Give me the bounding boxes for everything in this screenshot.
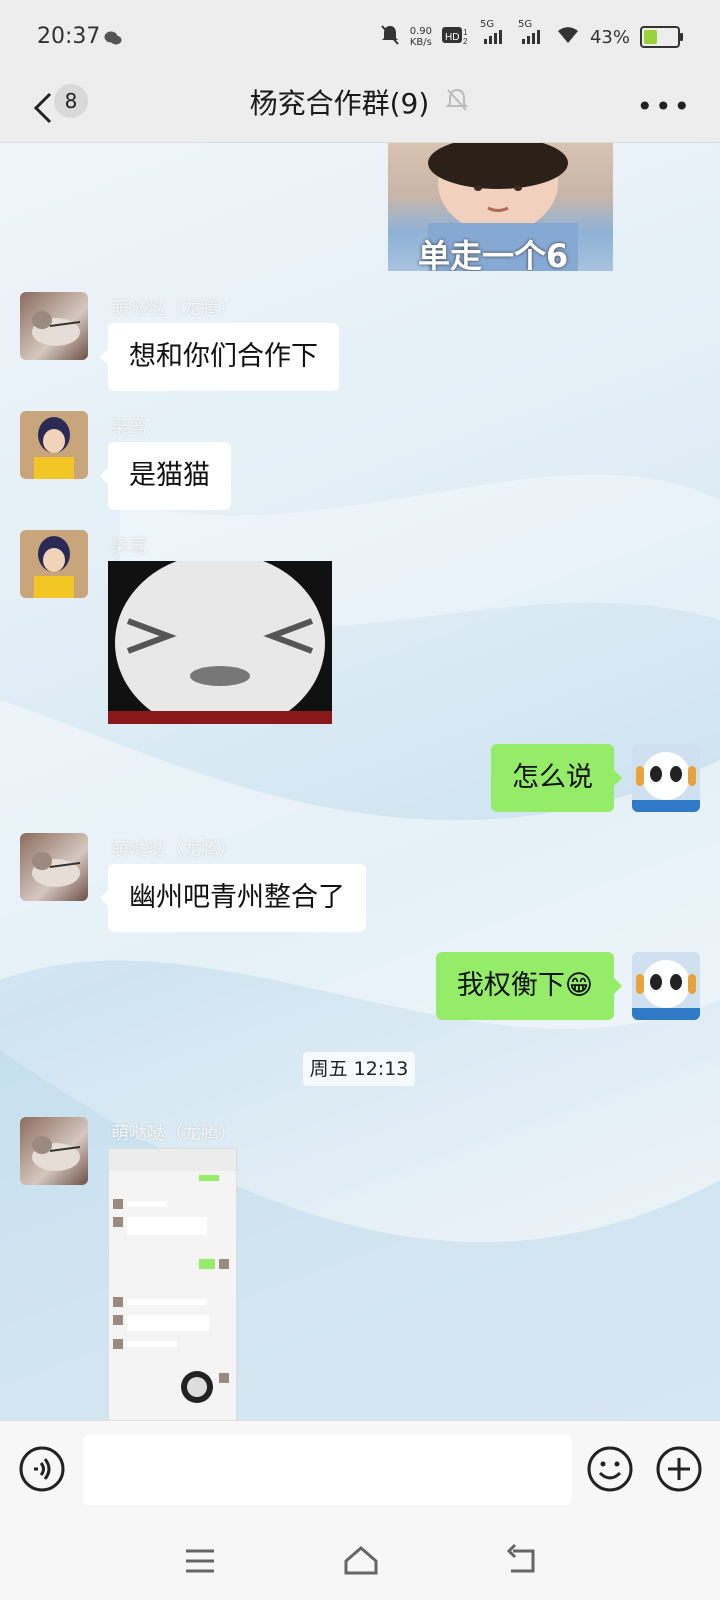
chat-title-container: 杨兖合作群(9) [0,82,720,122]
wifi-icon [556,25,580,49]
avatar-mengdada[interactable] [20,1117,88,1185]
message-bubble-self[interactable]: 怎么说 [491,744,622,812]
svg-text:2: 2 [463,37,468,45]
plus-icon[interactable] [655,1445,703,1493]
sender-name: 萌哒哒（龙腾） [111,1123,237,1144]
network-speed: 0.90 KB/s [409,26,432,48]
signal-5g-icon-2: 5G [518,19,546,49]
avatar-self[interactable] [632,952,700,1020]
mute-status-icon [380,24,400,50]
sender-name: 萌哒哒（龙腾） [111,298,237,319]
sender-name: 萌哒哒（龙腾） [111,839,237,860]
message-bubble[interactable]: 幽州吧青州整合了 [100,864,366,932]
battery-icon [640,26,683,48]
battery-percent: 43% [589,26,630,48]
menu-icon[interactable] [184,1543,216,1579]
status-time: 20:37 [37,24,101,49]
home-icon[interactable] [342,1543,380,1579]
avatar-mengdada[interactable] [20,292,88,360]
avatar-self[interactable] [632,744,700,812]
sender-name: 枭鸾 [111,536,147,557]
message-bubble[interactable]: 是猫猫 [100,442,231,510]
message-bubble-self[interactable]: 我权衡下😁 [435,952,623,1020]
voice-icon[interactable] [18,1445,66,1493]
screenshot-image-message[interactable] [108,1148,237,1422]
emoji-icon[interactable] [586,1445,634,1493]
message-bubble[interactable]: 想和你们合作下 [100,323,339,391]
meme-face-illustration [108,561,332,724]
sticker-caption: 单走一个6 [418,237,569,271]
screenshot-thumbnail [109,1149,236,1403]
svg-text:HD: HD [445,32,459,43]
input-bar [0,1420,720,1533]
svg-text:1: 1 [463,28,468,37]
wechat-notification-icon [104,30,122,50]
meme-image-message[interactable] [108,561,332,724]
status-bar: 20:37 0.90 KB/s HD 1 2 5G 5G 43% [0,0,720,72]
back-nav-icon[interactable] [505,1543,539,1579]
system-nav-bar [0,1533,720,1600]
message-timestamp: 周五 12:13 [303,1052,415,1086]
message-input[interactable] [83,1435,572,1505]
avatar-xiaoluan[interactable] [20,530,88,598]
sticker-image-message[interactable]: 单走一个6 [388,143,613,271]
chat-title[interactable]: 杨兖合作群(9) [250,82,430,122]
avatar-mengdada[interactable] [20,833,88,901]
signal-5g-icon: 5G [480,19,508,49]
hd-icon: HD 1 2 [441,25,470,49]
sender-name: 枭鸾 [111,417,147,438]
mute-icon [444,87,470,117]
more-icon[interactable]: ••• [636,90,692,123]
avatar-xiaoluan[interactable] [20,411,88,479]
